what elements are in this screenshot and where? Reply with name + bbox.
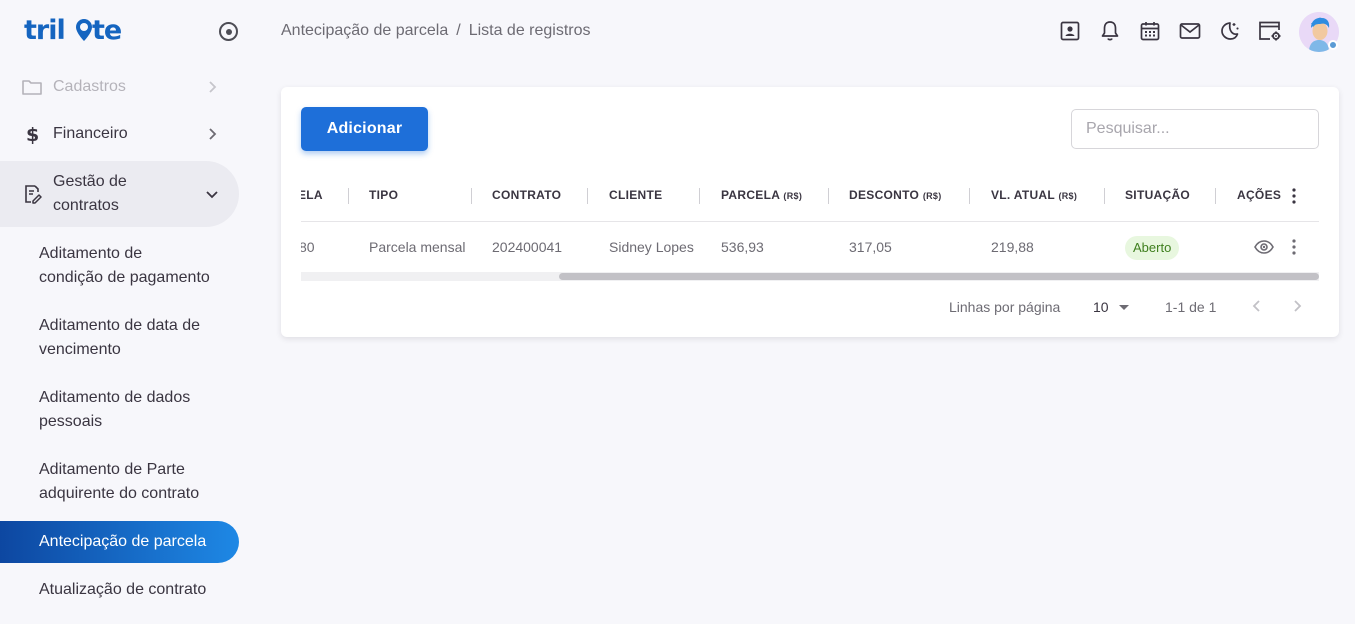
cell-parcela-num: 80 xyxy=(301,239,315,255)
column-header-parcela-valor[interactable]: PARCELA (R$) xyxy=(721,179,802,221)
calendar-icon[interactable] xyxy=(1138,18,1162,44)
subitem-label-line1: Aditamento de dados xyxy=(39,389,191,406)
rows-per-page-select[interactable]: 10 xyxy=(1093,297,1130,317)
add-button[interactable]: Adicionar xyxy=(301,107,428,151)
table-header: ELA TIPO CONTRATO CLIENTE PARCELA (R$) D… xyxy=(301,179,1319,222)
cell-tipo: Parcela mensal xyxy=(369,239,466,255)
row-actions-menu-icon[interactable] xyxy=(1286,238,1302,256)
horizontal-scrollbar[interactable] xyxy=(301,272,1319,281)
breadcrumb: Antecipação de parcela / Lista de registro… xyxy=(281,21,591,41)
column-header-desconto[interactable]: DESCONTO (R$) xyxy=(849,179,942,221)
column-header-cliente[interactable]: CLIENTE xyxy=(609,179,662,221)
brand-logo[interactable]: tril te xyxy=(24,12,124,48)
scrollbar-thumb[interactable] xyxy=(559,273,1319,280)
rows-per-page-label: Linhas por página xyxy=(949,299,1061,315)
sidebar-subitem-aditamento-dados-pessoais[interactable]: Aditamento de dados pessoais xyxy=(0,386,239,434)
subitem-label-line2: condição de pagamento xyxy=(39,269,210,286)
previous-page-chevron-icon[interactable] xyxy=(1250,297,1264,320)
subitem-label-line1: Aditamento de xyxy=(39,245,143,262)
search-input[interactable] xyxy=(1071,109,1319,149)
breadcrumb-separator: / xyxy=(456,22,461,39)
moon-icon[interactable] xyxy=(1218,18,1242,44)
trilote-logo: tril te xyxy=(24,15,122,46)
subitem-label-line2: pessoais xyxy=(39,413,103,430)
cell-contrato: 202400041 xyxy=(492,239,563,255)
column-header-acoes[interactable]: AÇÕES xyxy=(1237,179,1281,221)
breadcrumb-current: Lista de registros xyxy=(468,22,591,39)
column-separator[interactable] xyxy=(348,188,349,204)
caret-down-icon xyxy=(1119,305,1130,310)
online-status-dot xyxy=(1328,40,1338,50)
folder-icon xyxy=(22,77,42,97)
radio-dot-icon xyxy=(225,28,232,35)
cell-vl-atual: 219,88 xyxy=(991,239,1034,255)
view-eye-icon[interactable] xyxy=(1254,238,1274,256)
sidebar-item-label: Cadastros xyxy=(53,78,126,95)
sidebar-item-gestao-contratos[interactable]: Gestão de contratos xyxy=(0,161,239,227)
column-separator[interactable] xyxy=(828,188,829,204)
records-card: Adicionar ELA TIPO CONTRATO CLIENTE PARC… xyxy=(281,87,1339,337)
cell-cliente: Sidney Lopes xyxy=(609,239,694,255)
dollar-icon: $ xyxy=(22,124,42,144)
column-header-parcela[interactable]: ELA xyxy=(301,179,323,221)
column-separator[interactable] xyxy=(471,188,472,204)
table-row[interactable]: 80 Parcela mensal 202400041 Sidney Lopes… xyxy=(301,223,1319,273)
contract-edit-icon xyxy=(22,184,42,204)
chevron-down-icon xyxy=(205,187,219,201)
sidebar-item-cadastros[interactable]: Cadastros xyxy=(0,74,239,100)
subitem-label-line2: vencimento xyxy=(39,341,121,358)
sidebar-subitem-atualizacao-contrato[interactable]: Atualização de contrato xyxy=(0,578,239,604)
column-header-vl-atual[interactable]: VL. ATUAL (R$) xyxy=(991,179,1077,221)
column-separator[interactable] xyxy=(587,188,588,204)
sidebar-subitem-aditamento-parte[interactable]: Aditamento de Parte adquirente do contra… xyxy=(0,458,239,506)
next-page-chevron-icon[interactable] xyxy=(1290,297,1304,320)
subitem-label-line2: adquirente do contrato xyxy=(39,485,200,502)
column-separator[interactable] xyxy=(699,188,700,204)
sidebar-item-label: Financeiro xyxy=(53,125,128,142)
subitem-label-line1: Aditamento de data de xyxy=(39,317,201,334)
column-header-situacao[interactable]: SITUAÇÃO xyxy=(1125,179,1190,221)
mail-icon[interactable] xyxy=(1178,18,1202,44)
rows-per-page-value: 10 xyxy=(1093,299,1109,315)
pagination-range: 1-1 de 1 xyxy=(1165,299,1217,315)
column-separator[interactable] xyxy=(1215,188,1216,204)
sidebar-item-label-line1: Gestão de xyxy=(53,173,127,190)
sidebar-pin-toggle[interactable] xyxy=(219,22,238,41)
bell-icon[interactable] xyxy=(1098,18,1122,44)
column-header-contrato[interactable]: CONTRATO xyxy=(492,179,561,221)
subitem-label: Antecipação de parcela xyxy=(39,533,207,550)
svg-text:tril: tril xyxy=(24,15,65,46)
contact-card-icon[interactable] xyxy=(1058,18,1082,44)
svg-text:$: $ xyxy=(26,124,39,144)
column-menu-icon[interactable] xyxy=(1286,187,1302,205)
column-header-tipo[interactable]: TIPO xyxy=(369,179,398,221)
subitem-label-line1: Aditamento de Parte xyxy=(39,461,185,478)
window-settings-icon[interactable] xyxy=(1258,18,1282,44)
sidebar-subitem-aditamento-vencimento[interactable]: Aditamento de data de vencimento xyxy=(0,314,239,362)
breadcrumb-item[interactable]: Antecipação de parcela xyxy=(281,22,448,39)
column-separator[interactable] xyxy=(969,188,970,204)
chevron-right-icon xyxy=(205,127,219,141)
sidebar: tril te Cadastros $ Financeiro Gestão de… xyxy=(0,0,255,624)
sidebar-item-financeiro[interactable]: $ Financeiro xyxy=(0,110,239,158)
column-separator[interactable] xyxy=(1104,188,1105,204)
subitem-label: Atualização de contrato xyxy=(39,581,207,598)
svg-text:te: te xyxy=(92,15,121,46)
sidebar-subitem-antecipacao-parcela[interactable]: Antecipação de parcela xyxy=(0,521,239,563)
header-actions xyxy=(1058,18,1298,44)
sidebar-item-label-line2: contratos xyxy=(53,197,119,214)
sidebar-subitem-aditamento-condicao[interactable]: Aditamento de condição de pagamento xyxy=(0,242,239,290)
cell-desconto: 317,05 xyxy=(849,239,892,255)
cell-parcela-valor: 536,93 xyxy=(721,239,764,255)
chevron-right-icon xyxy=(205,80,219,94)
status-badge: Aberto xyxy=(1125,236,1180,260)
